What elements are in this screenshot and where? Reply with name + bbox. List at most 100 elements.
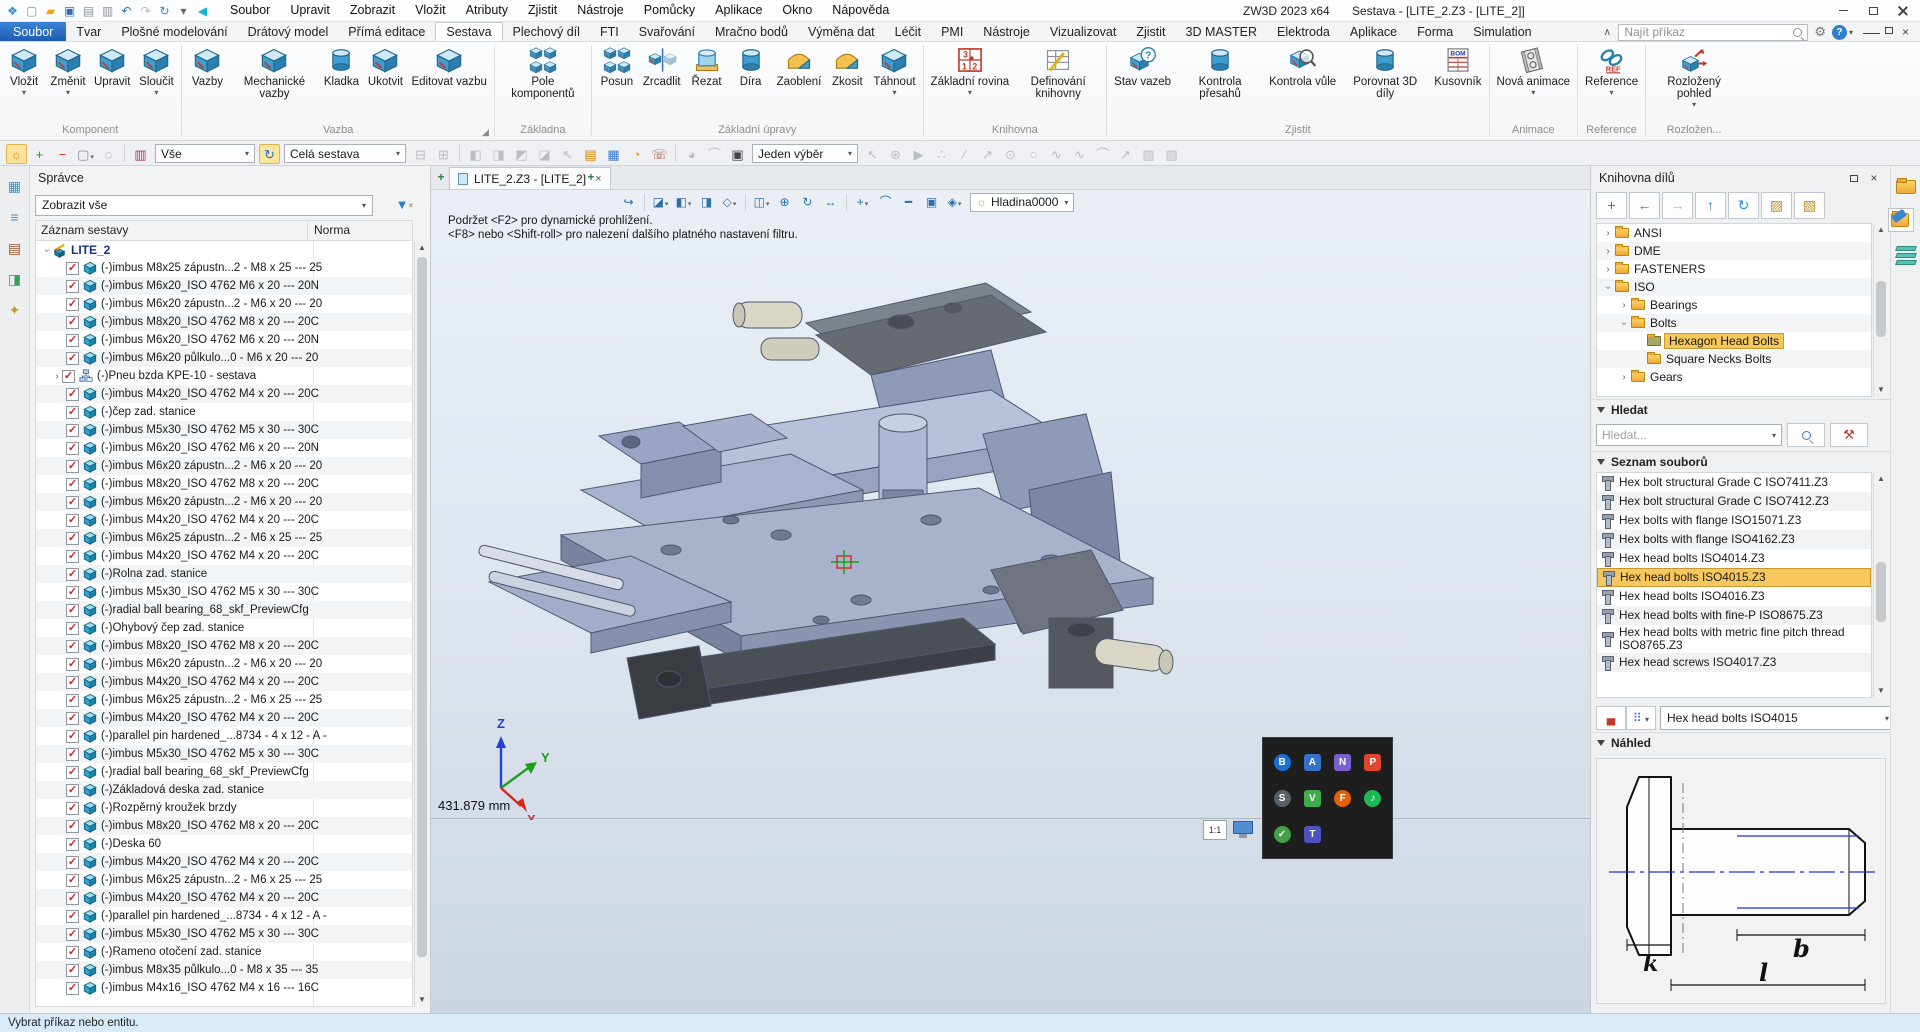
tab-sva-ov-n[interactable]: Svařování [629,22,705,41]
file-hex-head-bolts-iso4016-z3[interactable]: Hex head bolts ISO4016.Z3 [1597,587,1871,606]
file-scrollbar[interactable]: ▲ ▼ [1873,472,1888,698]
chevron-down-icon[interactable]: › [1619,318,1630,328]
undo-icon[interactable]: ↶ [117,1,136,21]
tree-row[interactable]: ✓(-)imbus M6x25 zápustn...2 - M6 x 25 --… [36,871,412,889]
tree-row[interactable]: ✓(-)imbus M6x25 zápustn...2 - M6 x 25 --… [36,529,412,547]
checkbox[interactable]: ✓ [66,316,79,329]
tree-scrollbar[interactable]: ▲ ▼ [414,241,429,1007]
background-icon[interactable]: ▣ [921,192,942,212]
reuse-library-tab-icon[interactable] [1888,208,1914,232]
ribbon-button-ukotvit[interactable]: Ukotvit [363,43,407,88]
ribbon-button-kladka[interactable]: Kladka [319,43,363,88]
menu-aplikace[interactable]: Aplikace [705,0,772,21]
checkbox[interactable]: ✓ [66,784,79,797]
app-blue-icon[interactable]: A [1304,754,1321,771]
tree-row[interactable]: ✓(-)imbus M4x20_ISO 4762 M4 x 20 --- 20C [36,709,412,727]
mdi-minimize-icon[interactable] [1863,25,1880,39]
ribbon-button-posun[interactable]: Posun [595,43,639,88]
zw3d-logo-icon[interactable]: ❖ [3,1,22,21]
menu-atributy[interactable]: Atributy [456,0,518,21]
flag-icon[interactable]: ◀ [193,1,212,21]
tree-row[interactable]: ✓(-)imbus M6x20 zápustn...2 - M6 x 20 --… [36,655,412,673]
new-tab-icon-left[interactable]: + [433,170,449,186]
ribbon-button-reference[interactable]: Reference▾ [1581,43,1642,97]
tree-row[interactable]: ✓(-)imbus M8x20_ISO 4762 M8 x 20 --- 20C [36,817,412,835]
search-tools-icon[interactable]: ⚒ [1830,423,1868,447]
scale-1-1-icon[interactable]: 1:1 [1203,820,1227,840]
checkbox[interactable]: ✓ [66,334,79,347]
ribbon-button-vazby[interactable]: Vazby [185,43,229,88]
tree-row[interactable]: ✓(-)imbus M4x16_ISO 4762 M4 x 16 --- 16C [36,979,412,997]
new-tab-icon-right[interactable]: + [583,170,599,186]
checkbox[interactable]: ✓ [66,406,79,419]
tree-row[interactable]: ✓(-)Ohybový čep zad. stanice [36,619,412,637]
checkbox[interactable]: ✓ [66,856,79,869]
tree-row[interactable]: ✓(-)imbus M8x20_ISO 4762 M8 x 20 --- 20C [36,475,412,493]
checkbox[interactable]: ✓ [66,262,79,275]
chevron-down-icon[interactable]: › [42,245,53,255]
folders-tab-icon[interactable] [1896,180,1916,194]
tree-row[interactable]: ✓(-)imbus M8x20_ISO 4762 M8 x 20 --- 20C [36,313,412,331]
pick-box-icon[interactable]: ▢▾ [75,144,96,164]
tab-n-stroje[interactable]: Nástroje [973,22,1040,41]
ribbon-button-ezat[interactable]: Řezat [685,43,729,88]
ribbon-button-stav-vazeb[interactable]: Stav vazeb [1110,43,1175,88]
add-library-icon[interactable]: + [1596,192,1627,219]
tree-row[interactable]: ✓(-)imbus M5x30_ISO 4762 M5 x 30 --- 30C [36,745,412,763]
export-folder-icon[interactable]: ▧ [1794,192,1825,219]
up-level-icon[interactable]: ↑ [1695,192,1726,219]
ribbon-button-vlo-it[interactable]: Vložit▾ [2,43,46,97]
file-hex-head-bolts-iso4014-z3[interactable]: Hex head bolts ISO4014.Z3 [1597,549,1871,568]
checkbox[interactable]: ✓ [66,352,79,365]
shade-mode-icon[interactable]: ◨ [696,192,717,212]
tree-row[interactable]: ✓(-)imbus M5x30_ISO 4762 M5 x 30 --- 30C [36,925,412,943]
settings-gear-icon[interactable]: ⚙ [1808,24,1832,40]
tree-row[interactable]: ✓(-)radial ball bearing_68_skf_PreviewCf… [36,763,412,781]
checkbox[interactable]: ✓ [66,424,79,437]
tree-row[interactable]: ✓(-)radial ball bearing_68_skf_PreviewCf… [36,601,412,619]
tab-elektroda[interactable]: Elektroda [1267,22,1340,41]
forward-icon[interactable]: → [1662,192,1693,219]
open-file-icon[interactable]: ▰ [41,1,60,21]
checkbox[interactable]: ✓ [66,730,79,743]
tree-row[interactable]: ✓(-)imbus M4x20_ISO 4762 M4 x 20 --- 20C [36,385,412,403]
app-gray-icon[interactable]: S [1274,790,1291,807]
viewport-canvas[interactable]: ↪◪▾◧▾◨◇▾◫▾⊕↻↔+▾⌒━▣◈▾☼Hladina0000▾ Podrže… [431,190,1590,1013]
menu-pom-cky[interactable]: Pomůcky [634,0,705,21]
tree-row[interactable]: ✓(-)parallel pin hardened_...8734 - 4 x … [36,907,412,925]
checkbox[interactable]: ✓ [66,514,79,527]
line-width-icon[interactable]: ━ [898,192,919,212]
tree-row[interactable]: ✓(-)imbus M6x20_ISO 4762 M6 x 20 --- 20N [36,439,412,457]
panel-close-icon[interactable]: × [1864,170,1884,186]
save-icon[interactable]: ▣ [60,1,79,21]
export-view-icon[interactable]: ↪ [618,192,639,212]
chevron-right-icon[interactable]: › [1619,300,1629,311]
filter-funnel-icon[interactable]: ▼× [391,195,413,216]
menu-n-pov-da[interactable]: Nápověda [822,0,899,21]
table-blue-icon[interactable]: ▦ [603,144,624,164]
layer-combo[interactable]: ☼Hladina0000▾ [970,193,1074,212]
checkbox[interactable]: ✓ [66,658,79,671]
checkbox[interactable]: ✓ [66,460,79,473]
checkbox[interactable]: ✓ [66,838,79,851]
tab-soubor[interactable]: Soubor [0,22,66,41]
tab-mra-no-bod[interactable]: Mračno bodů [705,22,798,41]
file-hex-head-bolts-iso4015-z3[interactable]: Hex head bolts ISO4015.Z3 [1597,568,1871,587]
chevron-right-icon[interactable]: › [1603,228,1613,239]
folder-bearings[interactable]: ›Bearings [1597,296,1871,314]
search-go-icon[interactable] [1787,423,1825,447]
folder-fasteners[interactable]: ›FASTENERS [1597,260,1871,278]
checkbox[interactable]: ✓ [66,442,79,455]
tree-row[interactable]: ✓(-)parallel pin hardened_...8734 - 4 x … [36,727,412,745]
checkbox[interactable]: ✓ [66,982,79,995]
checkbox[interactable]: ✓ [66,964,79,977]
chevron-down-icon[interactable]: › [1603,282,1614,292]
ribbon-button-z-kladn-rovina[interactable]: Základní rovina▾ [927,43,1014,97]
checkbox[interactable]: ✓ [66,820,79,833]
tree-row[interactable]: ✓(-)imbus M4x20_ISO 4762 M4 x 20 --- 20C [36,673,412,691]
tree-row[interactable]: ✓(-)imbus M8x25 zápustn...2 - M8 x 25 --… [36,259,412,277]
ribbon-button-rozlo-en-pohled[interactable]: Rozložený pohled▾ [1649,43,1739,109]
library-manager-icon[interactable]: ▤ [4,237,26,259]
folder-gears[interactable]: ›Gears [1597,368,1871,386]
menu-zobrazit[interactable]: Zobrazit [340,0,405,21]
